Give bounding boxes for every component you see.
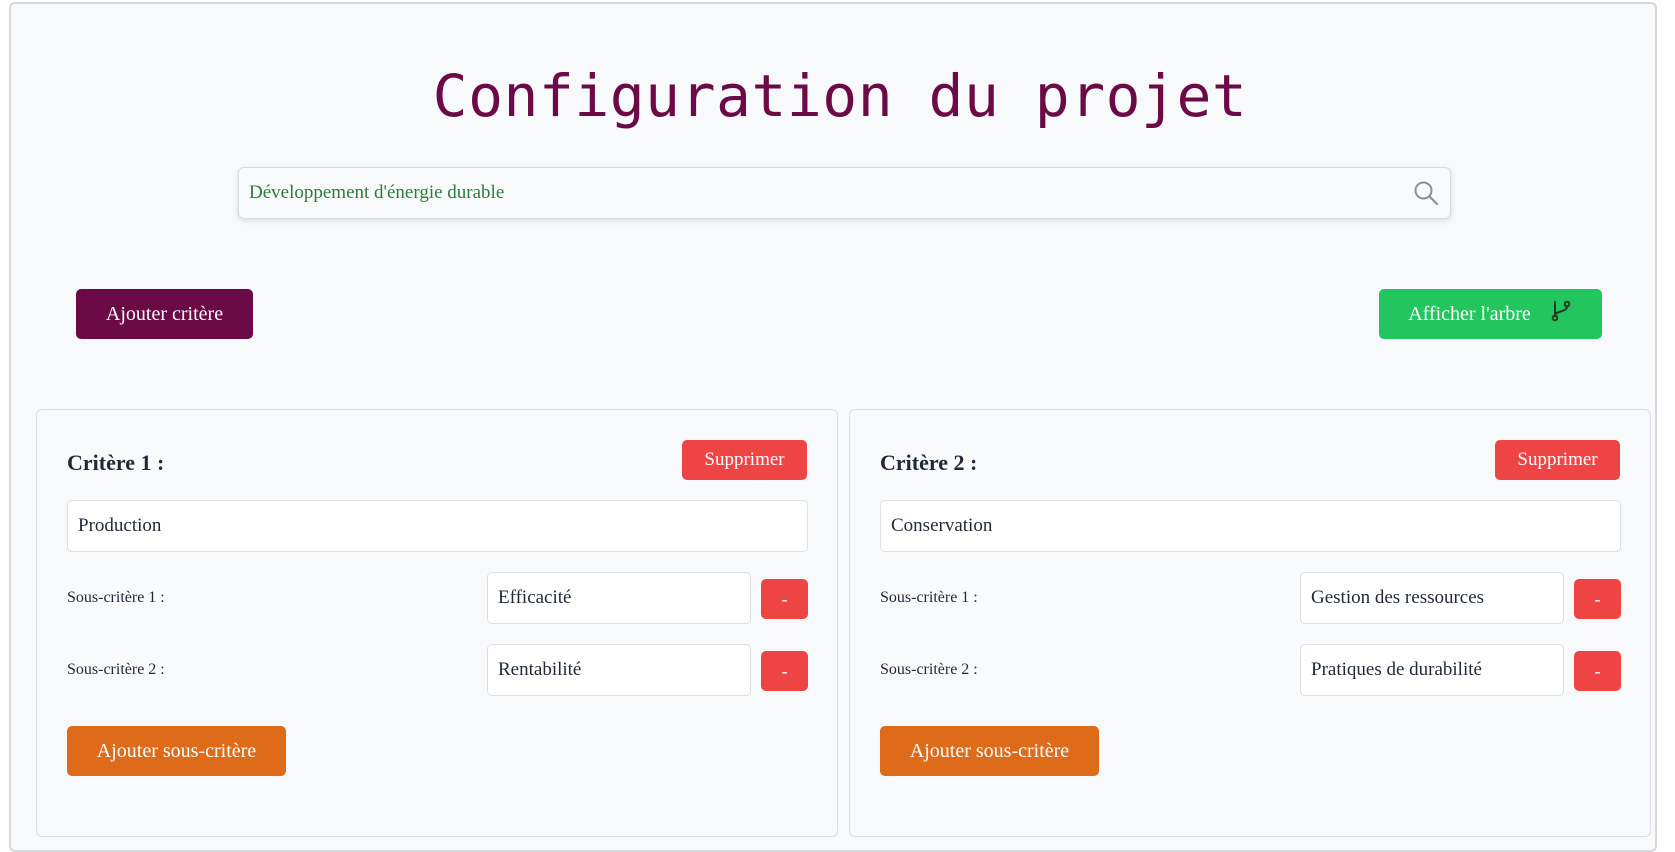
delete-criterion-button[interactable]: Supprimer [682,440,807,480]
project-name-input[interactable] [239,168,1402,218]
subcriterion-label: Sous-critère 2 : [67,661,165,678]
criterion-card-2: Critère 2 : Supprimer Conservation Sous-… [849,409,1651,837]
subcriterion-input[interactable]: Rentabilité [487,644,751,696]
subcriterion-row: Sous-critère 1 : Gestion des ressources … [880,572,1621,624]
criterion-card-1: Critère 1 : Supprimer Production Sous-cr… [36,409,838,837]
criterion-name-input[interactable]: Production [67,500,808,552]
remove-subcriterion-button[interactable]: - [761,579,808,619]
subcriterion-input[interactable]: Pratiques de durabilité [1300,644,1564,696]
subcriterion-label: Sous-critère 1 : [67,589,165,606]
add-subcriterion-button[interactable]: Ajouter sous-critère [880,726,1099,776]
subcriterion-input[interactable]: Efficacité [487,572,751,624]
criterion-title: Critère 2 : [880,450,978,475]
subcriterion-input[interactable]: Gestion des ressources [1300,572,1564,624]
project-name-field[interactable] [238,167,1451,219]
subcriterion-row: Sous-critère 1 : Efficacité - [67,572,808,624]
add-criterion-button[interactable]: Ajouter critère [76,289,253,339]
page-title: Configuration du projet [432,62,1248,130]
search-icon[interactable] [1402,168,1450,218]
show-tree-button[interactable]: Afficher l'arbre [1379,289,1602,339]
criterion-title: Critère 1 : [67,450,165,475]
subcriterion-label: Sous-critère 2 : [880,661,978,678]
remove-subcriterion-button[interactable]: - [761,651,808,691]
criterion-name-input[interactable]: Conservation [880,500,1621,552]
remove-subcriterion-button[interactable]: - [1574,579,1621,619]
add-subcriterion-button[interactable]: Ajouter sous-critère [67,726,286,776]
subcriterion-label: Sous-critère 1 : [880,589,978,606]
delete-criterion-button[interactable]: Supprimer [1495,440,1620,480]
subcriterion-row: Sous-critère 2 : Pratiques de durabilité… [880,644,1621,696]
git-branch-icon [1549,299,1573,329]
add-criterion-label: Ajouter critère [105,302,224,325]
show-tree-label: Afficher l'arbre [1408,302,1531,325]
app-window: Configuration du projet Ajouter critère … [9,2,1657,852]
remove-subcriterion-button[interactable]: - [1574,651,1621,691]
subcriterion-row: Sous-critère 2 : Rentabilité - [67,644,808,696]
